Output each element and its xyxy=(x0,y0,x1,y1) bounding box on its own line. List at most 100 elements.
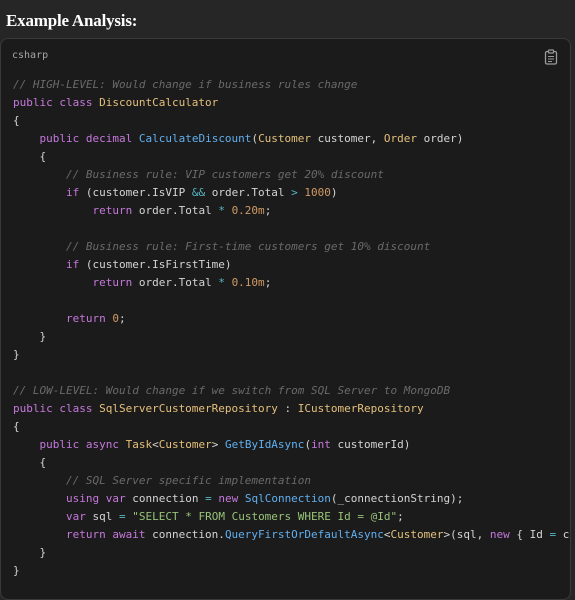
code-line: public decimal CalculateDiscount(Custome… xyxy=(13,130,570,148)
code-token: // SQL Server specific implementation xyxy=(13,474,312,487)
code-line: return 0; xyxy=(13,310,570,328)
code-token: ICustomerRepository xyxy=(297,402,424,415)
code-line: { xyxy=(13,454,570,472)
code-token: } xyxy=(13,546,47,559)
code-token: Order xyxy=(383,132,418,145)
code-token: "SELECT * FROM Customers WHERE Id = @Id" xyxy=(132,510,398,523)
code-token: return xyxy=(13,204,133,217)
code-token: { xyxy=(13,150,47,163)
code-line: if (customer.IsFirstTime) xyxy=(13,256,570,274)
code-token: SqlServerCustomerRepository xyxy=(99,402,278,415)
code-line: // SQL Server specific implementation xyxy=(13,472,570,490)
code-token: // Business rule: First-time customers g… xyxy=(13,240,431,253)
code-line: // HIGH-LEVEL: Would change if business … xyxy=(13,76,570,94)
code-token: } xyxy=(13,330,47,343)
code-token: > xyxy=(211,438,225,451)
code-token: ; xyxy=(264,276,272,289)
code-token: = xyxy=(205,492,212,505)
code-token: return await xyxy=(13,528,146,541)
code-line: public class SqlServerCustomerRepository… xyxy=(13,400,570,418)
code-token: public decimal xyxy=(13,132,139,145)
code-token: * xyxy=(218,276,225,289)
code-token: && xyxy=(191,186,206,199)
code-line: using var connection = new SqlConnection… xyxy=(13,490,570,508)
code-line: var sql = "SELECT * FROM Customers WHERE… xyxy=(13,508,570,526)
code-line: } xyxy=(13,562,570,580)
code-line: return await connection.QueryFirstOrDefa… xyxy=(13,526,570,544)
code-token: // LOW-LEVEL: Would change if we switch … xyxy=(13,384,451,397)
code-token: QueryFirstOrDefaultAsync xyxy=(224,528,384,541)
code-token: { xyxy=(13,420,20,433)
code-token: (customer.IsVIP xyxy=(79,186,192,199)
code-token: var xyxy=(13,510,86,523)
code-line: } xyxy=(13,544,570,562)
code-language-label: csharp xyxy=(12,50,49,61)
code-token: ; xyxy=(397,510,404,523)
code-line: { xyxy=(13,418,570,436)
code-token: sql xyxy=(85,510,119,523)
code-token: > xyxy=(291,186,298,199)
code-token: using var xyxy=(13,492,126,505)
code-line: { xyxy=(13,148,570,166)
code-token: 0.20m xyxy=(231,204,265,217)
code-token: DiscountCalculator xyxy=(99,96,219,109)
code-token: order.Total xyxy=(132,204,219,217)
code-token: { Id xyxy=(509,528,550,541)
code-token: Customer xyxy=(158,438,212,451)
code-token: return xyxy=(13,312,106,325)
code-line: return order.Total * 0.10m; xyxy=(13,274,570,292)
code-token: 1000 xyxy=(304,186,331,199)
code-line: { xyxy=(13,112,570,130)
code-token: return xyxy=(13,276,133,289)
code-token: new xyxy=(218,492,245,505)
code-content[interactable]: // HIGH-LEVEL: Would change if business … xyxy=(13,76,570,580)
code-token: order.Total xyxy=(205,186,292,199)
code-token: connection xyxy=(125,492,206,505)
code-line: // LOW-LEVEL: Would change if we switch … xyxy=(13,382,570,400)
code-token: >(sql, xyxy=(443,528,490,541)
code-token: = xyxy=(118,510,126,523)
code-token: < xyxy=(383,528,391,541)
code-token: Customer xyxy=(390,528,444,541)
code-token: Task xyxy=(125,438,153,451)
code-token: // HIGH-LEVEL: Would change if business … xyxy=(13,78,358,91)
code-token: order) xyxy=(417,132,464,145)
code-line: public class DiscountCalculator xyxy=(13,94,570,112)
code-line: // Business rule: VIP customers get 20% … xyxy=(13,166,570,184)
code-token: new xyxy=(489,528,510,541)
code-line: return order.Total * 0.20m; xyxy=(13,202,570,220)
code-token: } xyxy=(13,564,20,577)
code-token: { xyxy=(13,114,20,127)
code-token: CalculateDiscount xyxy=(138,132,252,145)
code-block-header: csharp xyxy=(1,39,570,75)
code-token: ) xyxy=(330,186,338,199)
code-line: } xyxy=(13,346,570,364)
code-token: int xyxy=(311,438,331,451)
code-token: order.Total xyxy=(132,276,219,289)
code-line: } xyxy=(13,328,570,346)
code-token: // Business rule: VIP customers get 20% … xyxy=(13,168,384,181)
clipboard-icon[interactable] xyxy=(544,49,558,65)
code-token: public async xyxy=(13,438,126,451)
code-token: Customer xyxy=(258,132,312,145)
code-token: 0.10m xyxy=(231,276,265,289)
code-token: 0 xyxy=(112,312,119,325)
code-line: public async Task<Customer> GetByIdAsync… xyxy=(13,436,570,454)
section-heading: Example Analysis: xyxy=(6,11,138,30)
code-token: if xyxy=(13,258,80,271)
code-token: ; xyxy=(118,312,126,325)
code-line: // Business rule: First-time customers g… xyxy=(13,238,570,256)
code-token: ; xyxy=(264,204,272,217)
code-token: GetByIdAsync xyxy=(224,438,305,451)
code-block: csharp // HIGH-LEVEL: Would change if bu… xyxy=(0,38,571,600)
code-token: (customer.IsFirstTime) xyxy=(79,258,232,271)
code-token: if xyxy=(13,186,80,199)
code-token: customer, xyxy=(311,132,384,145)
code-token: customerId) xyxy=(330,438,411,451)
code-token: : xyxy=(277,402,298,415)
